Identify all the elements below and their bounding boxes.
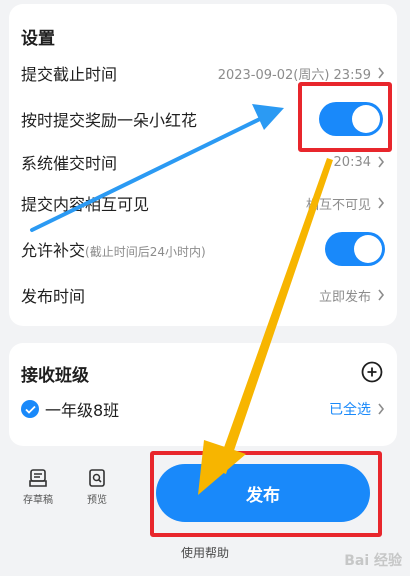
chevron-right-icon	[378, 403, 385, 415]
check-circle-icon	[21, 400, 39, 418]
save-draft-label: 存草稿	[23, 495, 53, 506]
reminder-row[interactable]: 系统催交时间 20:34	[21, 147, 385, 177]
publish-time-row[interactable]: 发布时间 立即发布	[21, 280, 385, 310]
flower-label: 按时提交奖励一朵小红花	[21, 111, 198, 130]
publish-time-label: 发布时间	[21, 287, 86, 306]
late-toggle[interactable]	[325, 232, 385, 266]
select-all-link[interactable]: 已全选	[329, 399, 371, 419]
draft-icon	[29, 469, 47, 487]
visibility-value: 相互不可见	[305, 197, 371, 213]
toggle-knob	[354, 235, 382, 263]
toggle-knob	[352, 105, 380, 133]
flower-toggle[interactable]	[319, 102, 383, 136]
chevron-right-icon	[378, 156, 385, 168]
chevron-right-icon	[378, 67, 385, 79]
chevron-right-icon	[378, 289, 385, 301]
deadline-value: 2023-09-02(周六) 23:59	[217, 67, 371, 83]
plus-circle-icon[interactable]	[361, 361, 383, 383]
reminder-label: 系统催交时间	[21, 154, 118, 173]
late-row: 允许补交(截止时间后24小时内)	[21, 231, 385, 267]
watermark-logo: Bai 经验	[344, 553, 402, 569]
class-card: 接收班级 一年级8班 已全选	[9, 343, 397, 446]
publish-button[interactable]: 发布	[156, 464, 370, 522]
visibility-label: 提交内容相互可见	[21, 195, 150, 214]
late-label: 允许补交	[21, 241, 86, 260]
preview-button[interactable]: 预览	[72, 468, 122, 506]
preview-label: 预览	[87, 495, 107, 506]
settings-card: 设置 提交截止时间 2023-09-02(周六) 23:59 按时提交奖励一朵小…	[9, 4, 397, 326]
publish-time-value: 立即发布	[318, 289, 371, 305]
class-name: 一年级8班	[45, 401, 120, 420]
deadline-row[interactable]: 提交截止时间 2023-09-02(周六) 23:59	[21, 58, 385, 88]
visibility-row[interactable]: 提交内容相互可见 相互不可见	[21, 188, 385, 218]
flower-row: 按时提交奖励一朵小红花	[21, 101, 385, 137]
settings-title: 设置	[21, 29, 55, 49]
preview-icon	[89, 469, 105, 487]
reminder-value: 20:34	[333, 154, 371, 170]
save-draft-button[interactable]: 存草稿	[13, 468, 63, 506]
deadline-label: 提交截止时间	[21, 65, 118, 84]
late-hint: (截止时间后24小时内)	[85, 245, 206, 259]
class-title: 接收班级	[21, 366, 89, 386]
chevron-right-icon	[378, 197, 385, 209]
class-row[interactable]: 一年级8班 已全选	[21, 394, 385, 424]
